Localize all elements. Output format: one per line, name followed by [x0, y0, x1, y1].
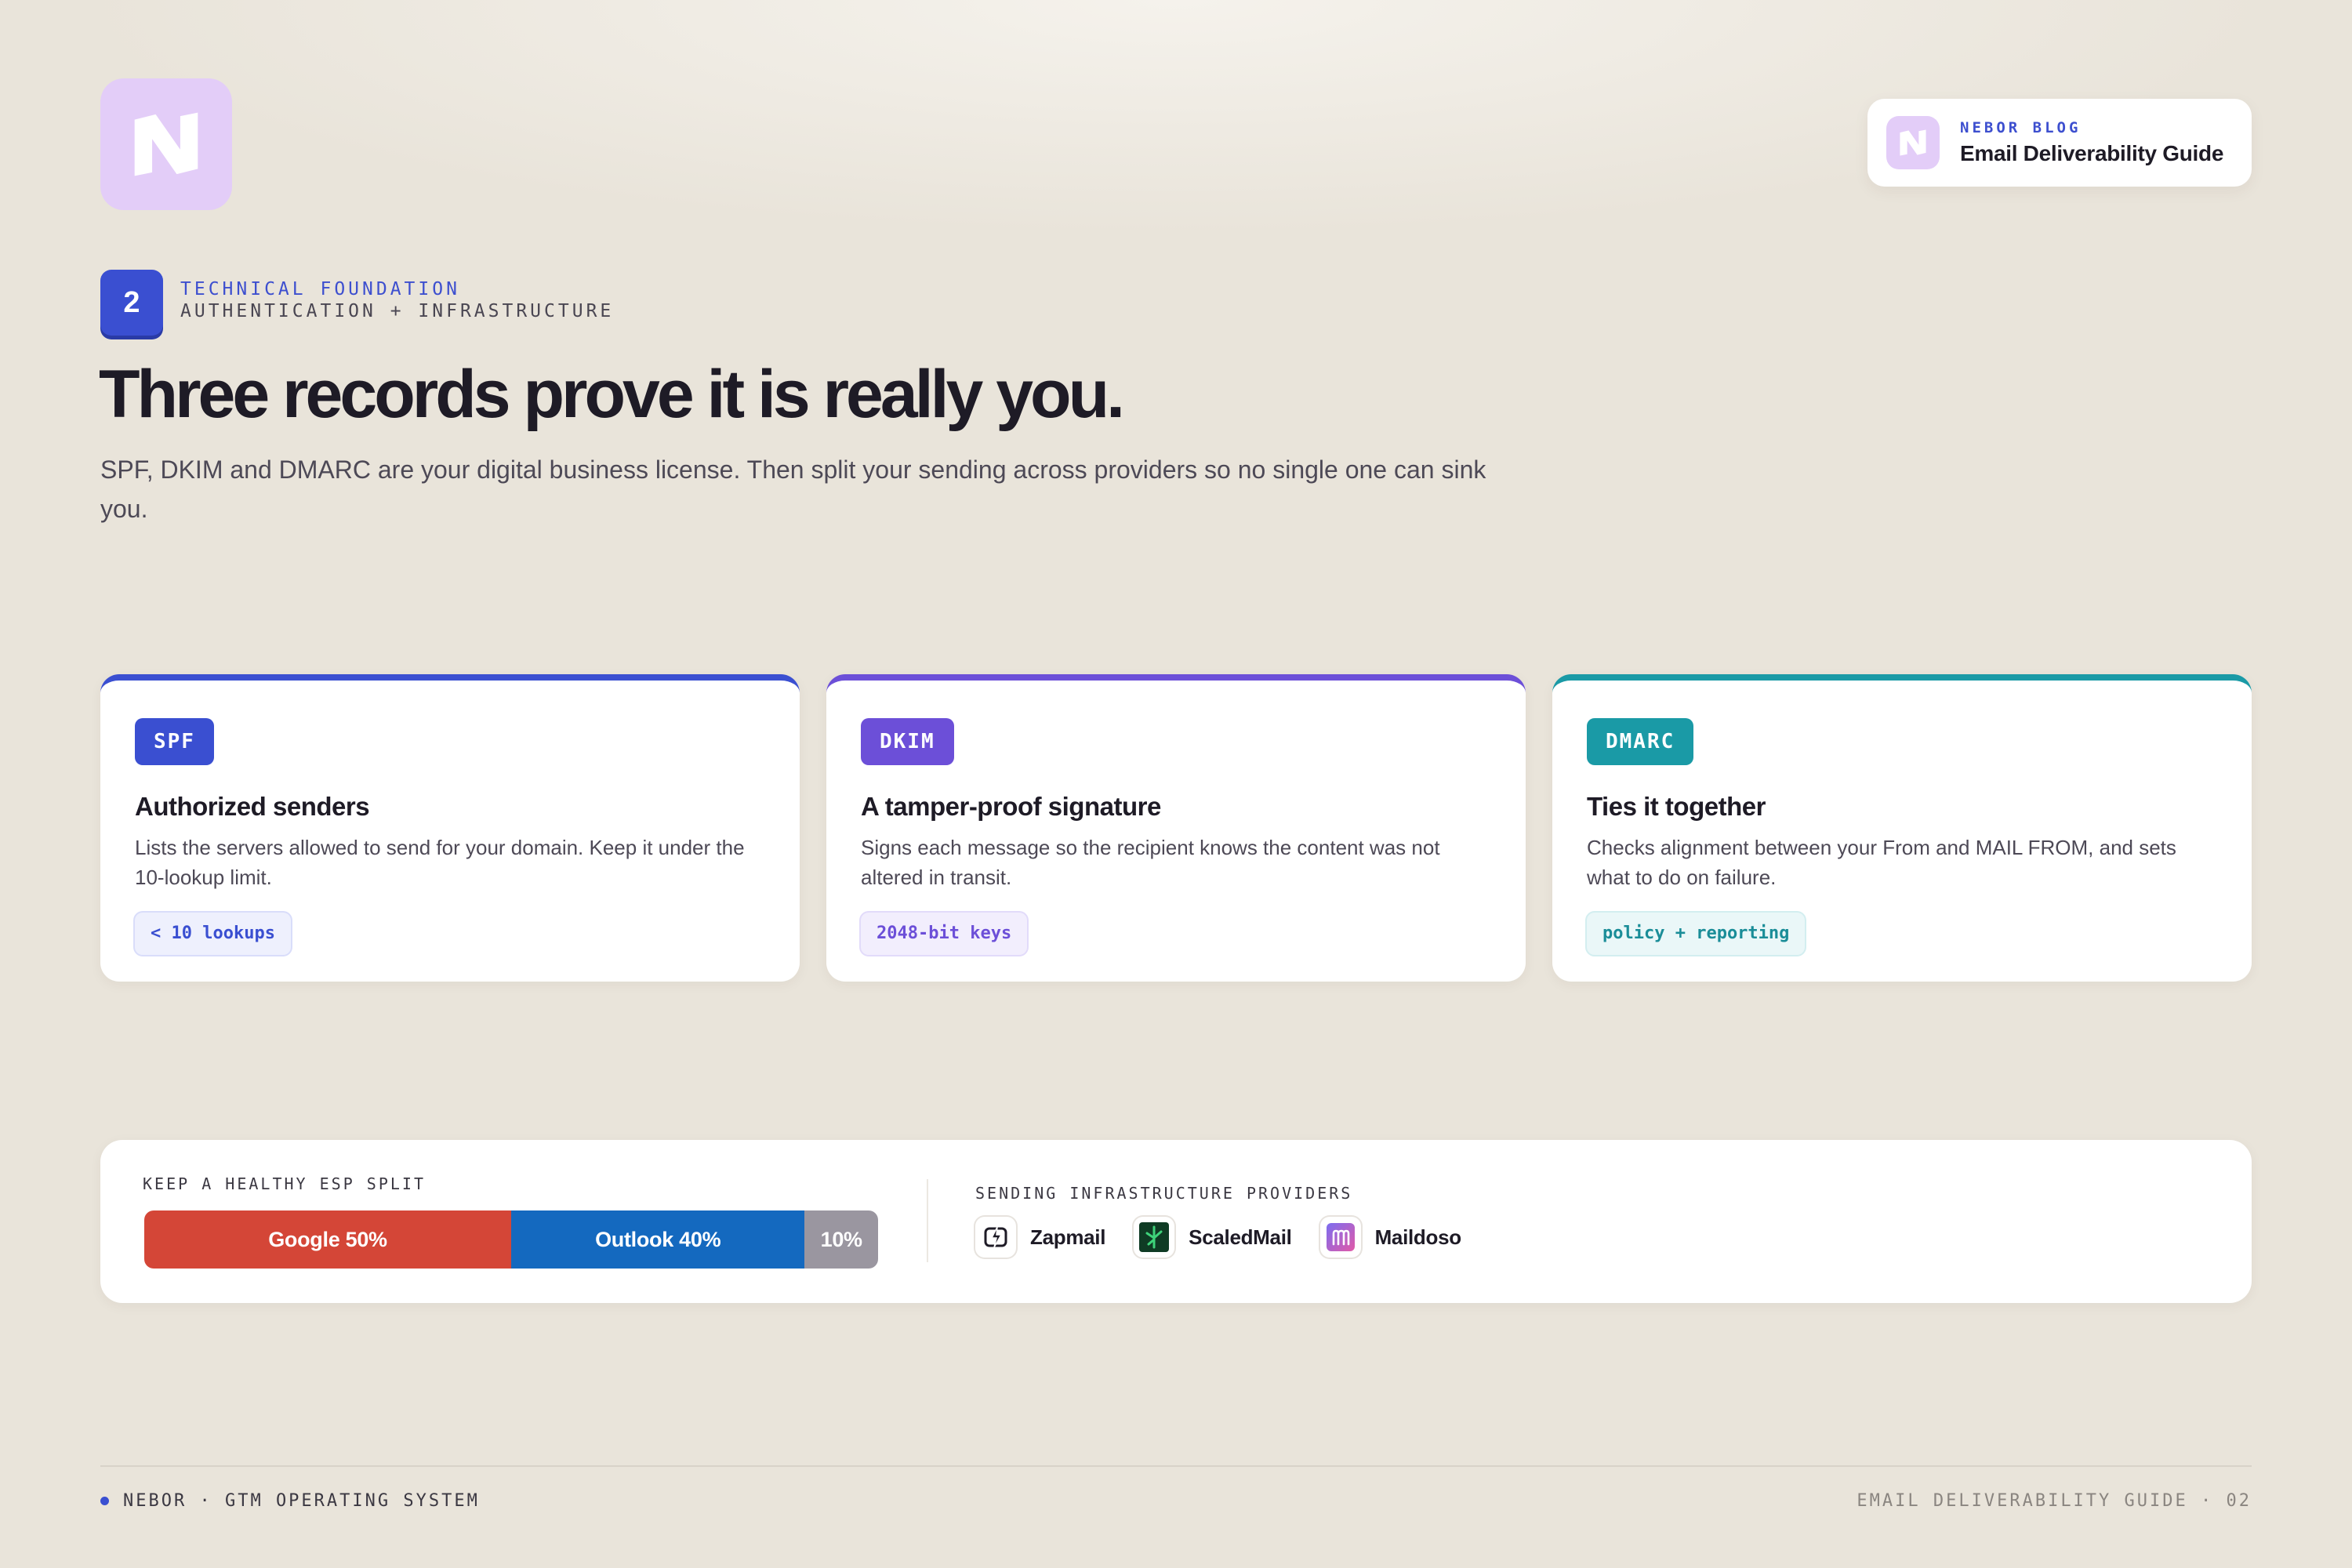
card-description: Lists the servers allowed to send for yo… [135, 836, 745, 889]
nebor-mini-logo [1886, 116, 1940, 169]
provider-maildoso[interactable]: Maildoso [1319, 1217, 1462, 1258]
blog-badge[interactable]: NEBOR BLOG Email Deliverability Guide [1867, 99, 2252, 187]
provider-scaledmail[interactable]: ScaledMail [1134, 1217, 1292, 1258]
card-dmarc: DMARC Ties it together Checks alignment … [1552, 674, 2252, 982]
footer-divider [100, 1465, 2252, 1467]
provider-name: Maildoso [1374, 1225, 1462, 1249]
badge-kicker: NEBOR BLOG [1960, 119, 2082, 136]
scaledmail-icon [1134, 1217, 1175, 1258]
card-tag: DKIM [861, 718, 954, 765]
card-spf: SPF Authorized senders Lists the servers… [100, 674, 800, 982]
footer-left: NEBOR · GTM OPERATING SYSTEM [100, 1491, 480, 1511]
nebor-logo [100, 78, 232, 210]
esp-split-label: KEEP A HEALTHY ESP SPLIT [143, 1174, 426, 1193]
footer-right: EMAIL DELIVERABILITY GUIDE · 02 [1857, 1491, 2252, 1511]
provider-zapmail[interactable]: Zapmail [975, 1217, 1105, 1258]
card-description: Checks alignment between your From and M… [1587, 836, 2176, 889]
esp-split-bar: Google 50% Outlook 40% 10% [144, 1210, 878, 1269]
zapmail-icon [975, 1217, 1016, 1258]
card-tag: DMARC [1587, 718, 1694, 765]
esp-segment: Google 50% [144, 1210, 511, 1269]
page-title: Three records prove it is really you. [99, 357, 1125, 432]
esp-segment: 10% [804, 1210, 878, 1269]
footer-brand: NEBOR · GTM OPERATING SYSTEM [123, 1491, 480, 1511]
maildoso-icon [1319, 1217, 1361, 1258]
provider-name: Zapmail [1030, 1225, 1106, 1249]
esp-segment: Outlook 40% [511, 1210, 805, 1269]
card-pill: 2048-bit keys [861, 913, 1028, 955]
page-lede: SPF, DKIM and DMARC are your digital bus… [100, 456, 1486, 523]
card-dkim: DKIM A tamper-proof signature Signs each… [826, 674, 1526, 982]
panel-divider [927, 1179, 928, 1262]
infrastructure-panel: KEEP A HEALTHY ESP SPLIT Google 50% Outlo… [100, 1140, 2252, 1303]
card-tag: SPF [135, 718, 214, 765]
card-title: A tamper-proof signature [861, 792, 1161, 821]
provider-name: ScaledMail [1189, 1225, 1292, 1249]
section-number: 2 [100, 270, 163, 336]
card-pill: policy + reporting [1587, 913, 1806, 955]
providers-label: SENDING INFRASTRUCTURE PROVIDERS [975, 1184, 1353, 1203]
nebor-n-logo-icon [1900, 129, 1926, 156]
card-description: Signs each message so the recipient know… [861, 836, 1440, 889]
section-kicker: TECHNICAL FOUNDATION [180, 279, 460, 299]
nebor-n-logo-icon [134, 112, 198, 176]
section-subtitle: AUTHENTICATION + INFRASTRUCTURE [180, 301, 615, 321]
footer-dot [100, 1497, 109, 1505]
card-title: Authorized senders [135, 792, 370, 821]
badge-title: Email Deliverability Guide [1960, 141, 2224, 165]
providers-list: Zapmail ScaledMail Maildoso [975, 1217, 1490, 1258]
card-pill: < 10 lookups [135, 913, 291, 955]
card-title: Ties it together [1587, 792, 1766, 821]
